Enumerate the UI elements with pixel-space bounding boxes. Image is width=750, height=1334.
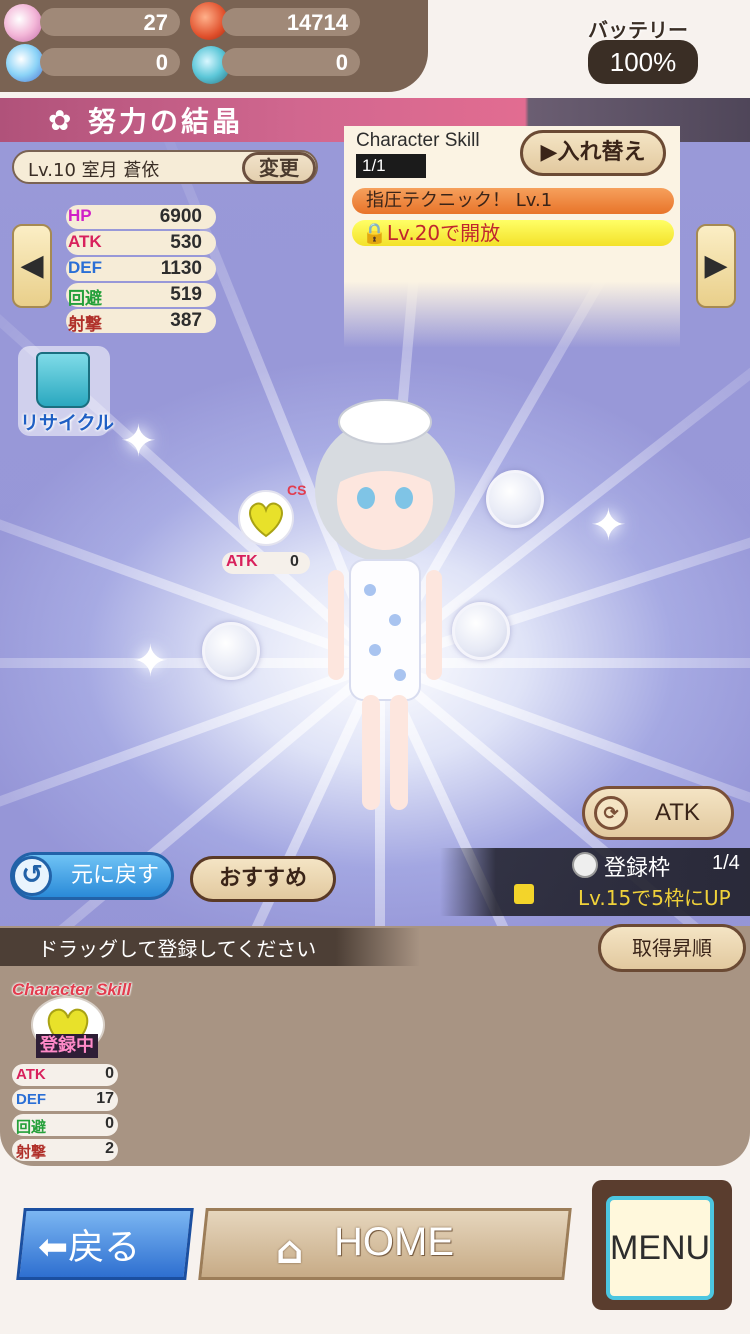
undo-icon: ↺ bbox=[12, 856, 52, 896]
back-label: ⬅戻る bbox=[38, 1218, 140, 1270]
sort-button[interactable]: 取得昇順 bbox=[598, 924, 746, 972]
trash-can-icon bbox=[36, 352, 90, 408]
previous-character-button[interactable]: ◀ bbox=[12, 224, 52, 308]
flower-icon: ✿ bbox=[48, 104, 72, 137]
back-text: 戻る bbox=[68, 1227, 141, 1268]
empty-slot[interactable] bbox=[202, 622, 260, 680]
chevron-left-icon: ◀ bbox=[20, 248, 44, 283]
stat-row-evasion: 回避 519 bbox=[66, 283, 216, 308]
item-stat-name: 回避 bbox=[16, 1119, 47, 1136]
lock-icon: 🔒 bbox=[362, 221, 387, 245]
home-icon: ⌂ bbox=[276, 1228, 304, 1272]
recommend-button[interactable]: おすすめ bbox=[190, 856, 336, 902]
page-title: 努力の結晶 bbox=[88, 105, 244, 138]
slot-circle-icon bbox=[572, 852, 598, 878]
registration-count: 1/4 bbox=[712, 852, 740, 874]
item-stat-name: 射撃 bbox=[16, 1144, 47, 1161]
item-stat-value: 0 bbox=[105, 1065, 114, 1082]
arrow-left-icon: ⬅ bbox=[38, 1227, 69, 1268]
inventory-hint: ドラッグして登録してください bbox=[38, 937, 317, 961]
crystal-icon bbox=[6, 44, 44, 82]
gem-count: 27 bbox=[40, 8, 180, 36]
menu-button[interactable]: MENU bbox=[606, 1196, 714, 1300]
sparkle-icon: ✦ bbox=[132, 636, 169, 687]
swap-skill-button[interactable]: ▶入れ替え bbox=[520, 130, 666, 176]
stat-name: 射撃 bbox=[68, 315, 102, 334]
character-illustration bbox=[315, 399, 455, 810]
battery-indicator: 100% bbox=[588, 40, 698, 84]
stat-value: 519 bbox=[170, 284, 202, 305]
stat-row-def: DEF 1130 bbox=[66, 257, 216, 281]
item-stat-row: DEF 17 bbox=[12, 1089, 118, 1111]
item-stat-row: 回避 0 bbox=[12, 1114, 118, 1136]
stat-value: 530 bbox=[170, 232, 202, 253]
skill-count: 1/1 bbox=[356, 154, 426, 178]
stat-row-shooting: 射撃 387 bbox=[66, 309, 216, 334]
stat-value: 1130 bbox=[160, 258, 202, 279]
item-stat-row: ATK 0 bbox=[12, 1064, 118, 1086]
stone-count: 0 bbox=[222, 48, 360, 76]
cycle-icon: ⟳ bbox=[594, 796, 628, 830]
stat-value: 387 bbox=[170, 310, 202, 331]
battery-label: バッテリー bbox=[588, 18, 688, 42]
item-stat-value: 0 bbox=[105, 1115, 114, 1132]
equipped-stat-value: 0 bbox=[290, 553, 299, 570]
stat-name: ATK bbox=[68, 232, 102, 251]
stat-name: DEF bbox=[68, 258, 102, 277]
lock-icon bbox=[514, 884, 534, 904]
stat-name: HP bbox=[68, 206, 92, 225]
item-stat-value: 2 bbox=[105, 1140, 114, 1157]
item-stat-row: 射撃 2 bbox=[12, 1139, 118, 1161]
registered-badge: 登録中 bbox=[36, 1034, 98, 1058]
empty-slot[interactable] bbox=[486, 470, 544, 528]
change-character-button[interactable]: 変更 bbox=[242, 152, 316, 184]
chevron-right-icon: ▶ bbox=[704, 248, 728, 283]
character-name: Lv.10 室月 蒼依 bbox=[28, 160, 160, 181]
stat-row-hp: HP 6900 bbox=[66, 205, 216, 229]
item-stat-value: 17 bbox=[96, 1090, 114, 1107]
skill-lock-text: Lv.20で開放 bbox=[386, 221, 501, 245]
stat-name: 回避 bbox=[68, 289, 102, 308]
skill-badge: CS bbox=[287, 482, 307, 498]
skill-title: Character Skill bbox=[356, 130, 480, 151]
gem-icon bbox=[4, 4, 42, 42]
item-stat-name: ATK bbox=[16, 1066, 46, 1083]
item-stat-name: DEF bbox=[16, 1091, 46, 1108]
registration-label: 登録枠 bbox=[604, 856, 671, 881]
skill-lock-notice: 🔒Lv.20で開放 bbox=[352, 220, 674, 246]
skill-name: 指圧テクニック！ Lv.1 bbox=[352, 188, 674, 214]
recycle-label: リサイクル bbox=[20, 412, 115, 434]
registration-note: Lv.15で5枠にUP bbox=[578, 886, 731, 910]
crystal-count: 0 bbox=[40, 48, 180, 76]
sparkle-icon: ✦ bbox=[590, 500, 627, 551]
next-character-button[interactable]: ▶ bbox=[696, 224, 736, 308]
sparkle-icon: ✦ bbox=[120, 416, 157, 467]
home-label: HOME bbox=[334, 1220, 454, 1264]
heart-gem-icon[interactable] bbox=[238, 490, 294, 546]
empty-slot[interactable] bbox=[452, 602, 510, 660]
equipped-stat-name: ATK bbox=[226, 553, 258, 570]
coin-count: 14714 bbox=[222, 8, 360, 36]
stat-row-atk: ATK 530 bbox=[66, 231, 216, 255]
stat-value: 6900 bbox=[159, 206, 202, 227]
